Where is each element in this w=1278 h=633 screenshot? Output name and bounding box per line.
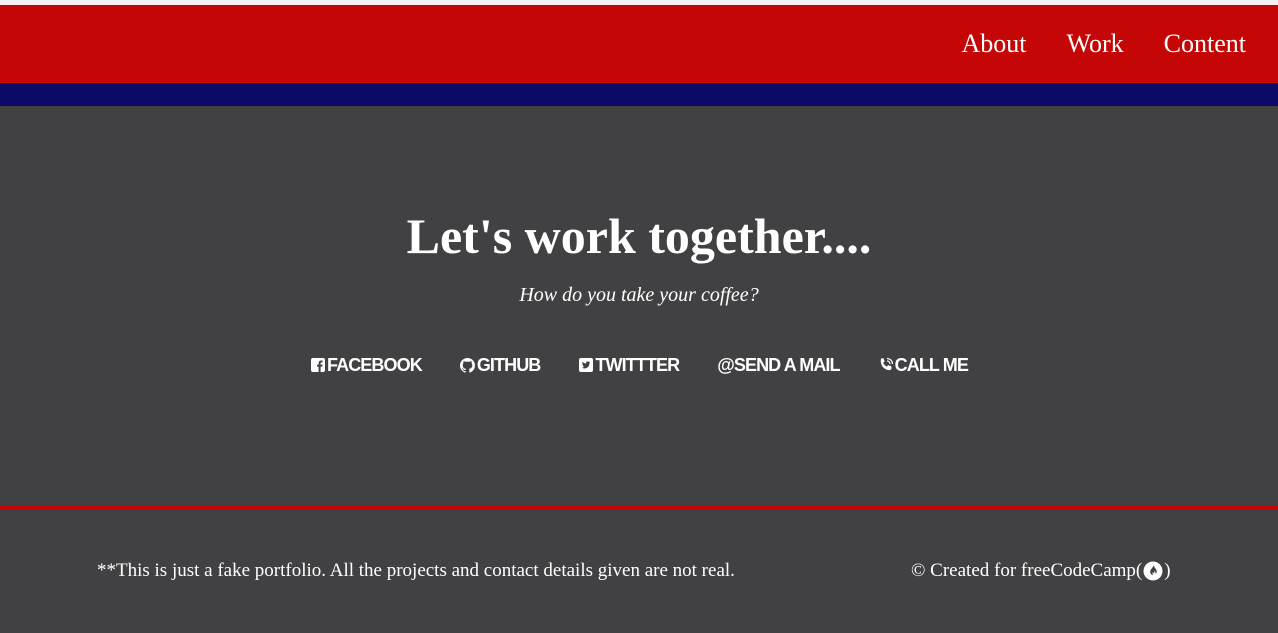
- facebook-label: FACEBOOK: [327, 355, 423, 375]
- contact-subheading: How do you take your coffee?: [519, 284, 759, 306]
- at-icon: @: [717, 355, 735, 375]
- nav-link-work[interactable]: Work: [1067, 29, 1124, 59]
- twitter-icon: [578, 357, 594, 373]
- twitter-link[interactable]: TWITTTER: [578, 352, 680, 378]
- navbar-band: [0, 83, 1278, 106]
- navbar: About Work Content: [0, 5, 1278, 83]
- footer: **This is just a fake portfolio. All the…: [0, 509, 1278, 633]
- nav-links: About Work Content: [962, 5, 1246, 83]
- contact-heading: Let's work together....: [406, 208, 872, 264]
- facebook-icon: [310, 357, 326, 373]
- free-code-camp-icon[interactable]: [1143, 561, 1163, 581]
- nav-link-content[interactable]: Content: [1164, 29, 1246, 59]
- send-mail-link[interactable]: @ SEND A MAIL: [717, 352, 841, 378]
- github-icon: [460, 357, 476, 373]
- credit-prefix: © Created for freeCodeCamp(: [911, 560, 1143, 581]
- facebook-link[interactable]: FACEBOOK: [310, 352, 423, 378]
- social-links: FACEBOOK GITHUB TWITTTER @ SEND A MAIL C…: [0, 352, 1278, 378]
- call-me-label: CALL ME: [894, 355, 969, 375]
- github-label: GITHUB: [476, 355, 542, 375]
- credit-suffix: ): [1164, 560, 1171, 581]
- send-mail-label: SEND A MAIL: [733, 355, 841, 375]
- call-me-link[interactable]: CALL ME: [878, 352, 969, 378]
- github-link[interactable]: GITHUB: [460, 352, 541, 378]
- twitter-label: TWITTTER: [595, 355, 680, 375]
- credit-text: © Created for freeCodeCamp( ): [911, 559, 1171, 583]
- nav-link-about[interactable]: About: [962, 29, 1027, 59]
- disclaimer-text: **This is just a fake portfolio. All the…: [97, 560, 735, 581]
- contact-section: Let's work together.... How do you take …: [0, 106, 1278, 505]
- phone-icon: [878, 357, 894, 373]
